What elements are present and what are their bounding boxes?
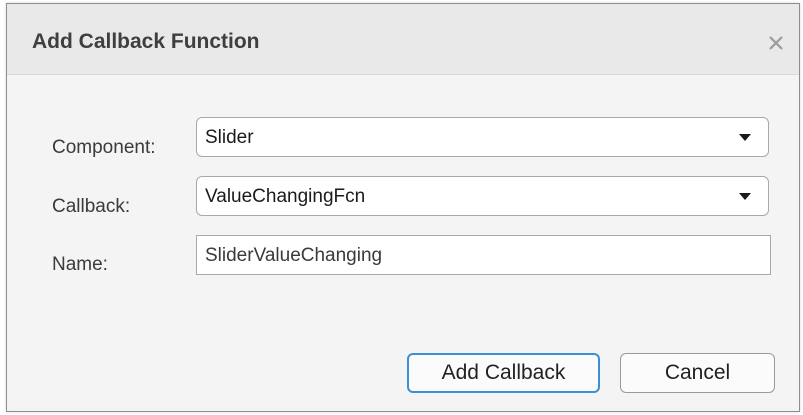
component-dropdown-value: Slider bbox=[205, 127, 254, 148]
callback-dropdown-value: ValueChangingFcn bbox=[205, 186, 366, 207]
dialog-title: Add Callback Function bbox=[32, 30, 260, 53]
component-label: Component: bbox=[52, 137, 156, 158]
name-label: Name: bbox=[52, 254, 108, 275]
add-callback-dialog: Add Callback Function Component: Slider … bbox=[6, 3, 800, 412]
chevron-down-icon bbox=[739, 193, 751, 200]
close-icon[interactable] bbox=[761, 28, 791, 58]
name-field[interactable]: SliderValueChanging bbox=[196, 235, 771, 275]
callback-dropdown[interactable]: ValueChangingFcn bbox=[196, 176, 769, 216]
callback-label: Callback: bbox=[52, 196, 131, 217]
add-callback-button[interactable]: Add Callback bbox=[407, 353, 600, 393]
dialog-titlebar: Add Callback Function bbox=[7, 4, 799, 75]
name-field-value: SliderValueChanging bbox=[205, 245, 383, 266]
chevron-down-icon bbox=[739, 134, 751, 141]
cancel-button[interactable]: Cancel bbox=[620, 353, 775, 393]
component-dropdown[interactable]: Slider bbox=[196, 117, 769, 157]
